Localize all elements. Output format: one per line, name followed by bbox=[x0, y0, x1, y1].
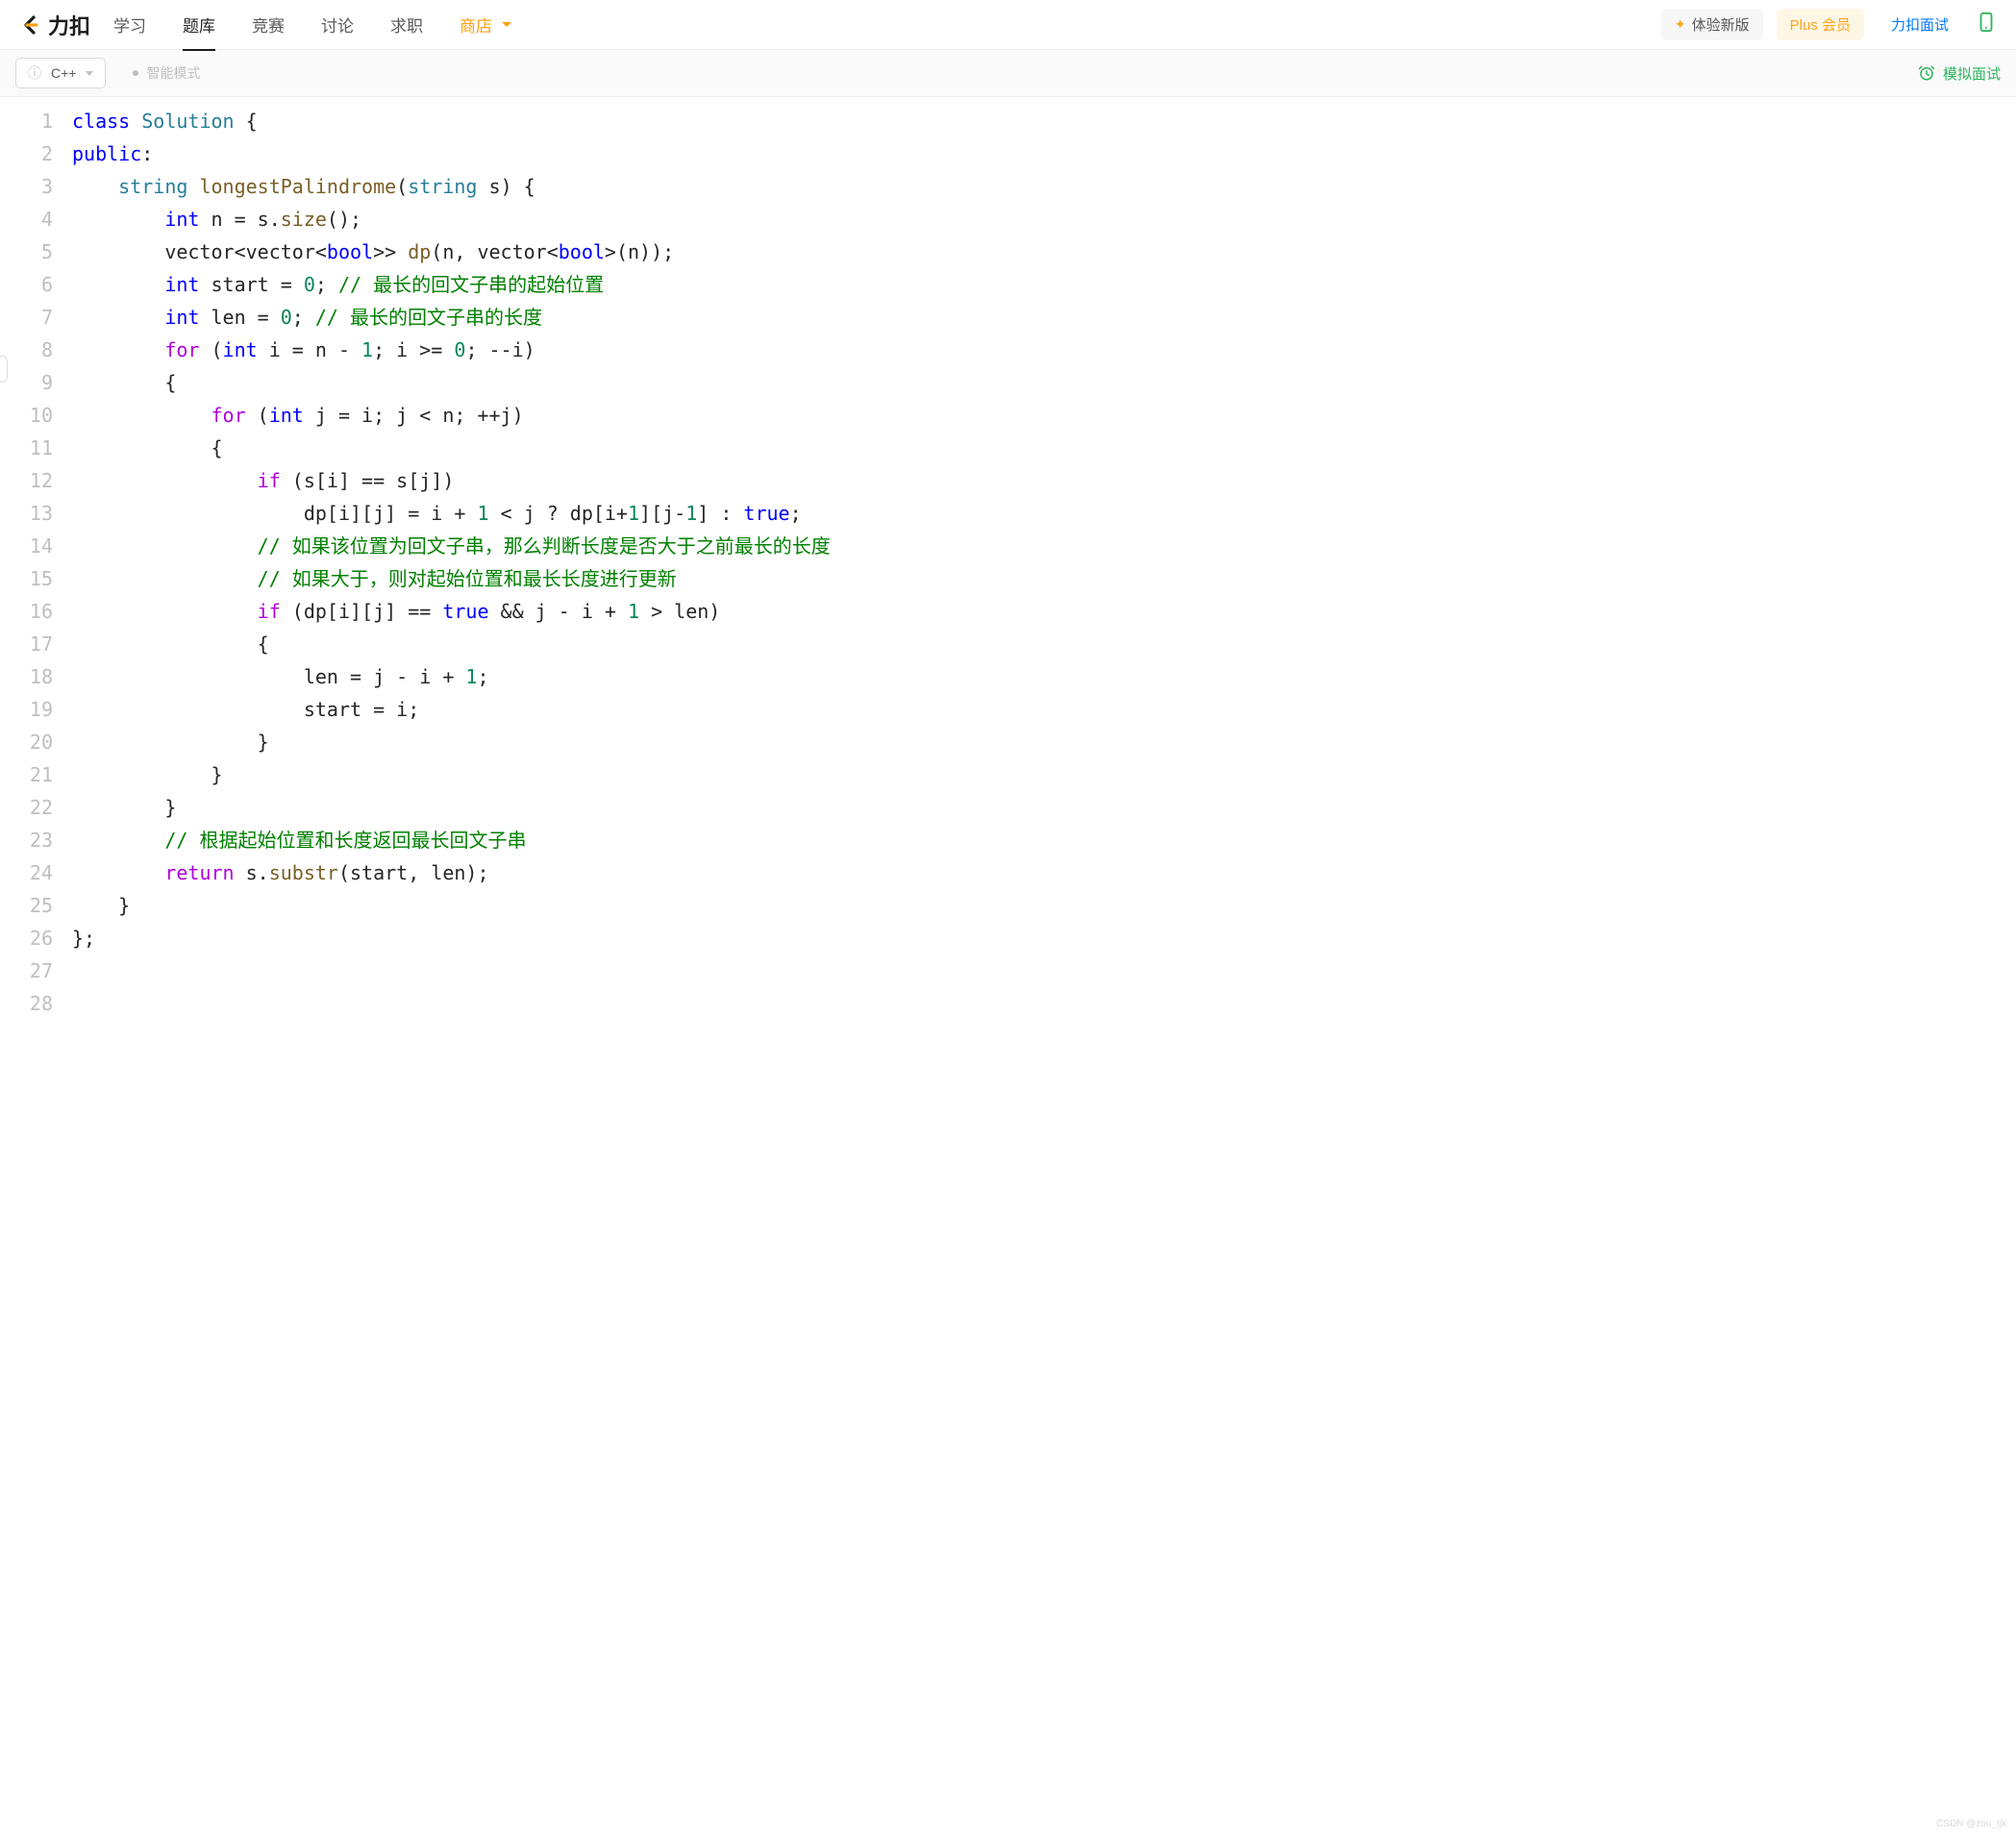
main-header: 力扣 学习 题库 竞赛 讨论 求职 商店 ✦ 体验新版 Plus 会员 力扣面试 bbox=[0, 0, 2016, 50]
code-line[interactable]: // 根据起始位置和长度返回最长回文子串 bbox=[72, 824, 2016, 856]
code-line[interactable]: if (dp[i][j] == true && j - i + 1 > len) bbox=[72, 595, 2016, 628]
line-number: 9 bbox=[0, 366, 53, 399]
code-line[interactable]: string longestPalindrome(string s) { bbox=[72, 170, 2016, 203]
code-line[interactable]: start = i; bbox=[72, 693, 2016, 726]
chevron-down-icon bbox=[502, 22, 511, 27]
line-number: 10 bbox=[0, 399, 53, 432]
line-number: 1 bbox=[0, 105, 53, 137]
nav-store-label: 商店 bbox=[460, 12, 492, 37]
code-line[interactable]: int len = 0; // 最长的回文子串的长度 bbox=[72, 301, 2016, 334]
nav-study[interactable]: 学习 bbox=[113, 0, 146, 50]
chevron-down-icon bbox=[86, 71, 93, 76]
code-line[interactable]: int start = 0; // 最长的回文子串的起始位置 bbox=[72, 268, 2016, 301]
editor-toolbar: ⓘ C++ 智能模式 模拟面试 bbox=[0, 50, 2016, 97]
language-label: C++ bbox=[51, 65, 76, 81]
new-version-label: 体验新版 bbox=[1692, 14, 1750, 35]
language-selector[interactable]: ⓘ C++ bbox=[15, 58, 106, 88]
smart-mode-indicator[interactable]: 智能模式 bbox=[133, 63, 200, 83]
line-number: 16 bbox=[0, 595, 53, 628]
code-line[interactable]: }; bbox=[72, 922, 2016, 955]
code-line[interactable]: vector<vector<bool>> dp(n, vector<bool>(… bbox=[72, 236, 2016, 268]
line-number: 13 bbox=[0, 497, 53, 530]
line-number: 3 bbox=[0, 170, 53, 203]
line-number: 12 bbox=[0, 464, 53, 497]
line-number: 5 bbox=[0, 236, 53, 268]
mock-label: 模拟面试 bbox=[1943, 63, 2001, 84]
code-content[interactable]: class Solution { public: string longestP… bbox=[72, 105, 2016, 1020]
code-line[interactable] bbox=[72, 987, 2016, 1020]
watermark: CSDN @zou_tjk bbox=[1936, 1819, 2006, 1829]
phone-icon[interactable] bbox=[1976, 12, 1997, 37]
line-number: 25 bbox=[0, 889, 53, 922]
line-number: 23 bbox=[0, 824, 53, 856]
line-number: 20 bbox=[0, 726, 53, 758]
code-editor[interactable]: 1234567891011121314151617181920212223242… bbox=[0, 97, 2016, 1020]
code-line[interactable] bbox=[72, 955, 2016, 987]
line-number: 17 bbox=[0, 628, 53, 660]
line-number: 2 bbox=[0, 137, 53, 170]
code-line[interactable]: if (s[i] == s[j]) bbox=[72, 464, 2016, 497]
mock-interview-button[interactable]: 模拟面试 bbox=[1918, 63, 2001, 84]
nav-contest[interactable]: 竞赛 bbox=[252, 0, 285, 50]
header-actions: ✦ 体验新版 Plus 会员 力扣面试 bbox=[1661, 9, 1997, 40]
line-number-gutter: 1234567891011121314151617181920212223242… bbox=[0, 105, 72, 1020]
line-number: 28 bbox=[0, 987, 53, 1020]
status-dot-icon bbox=[133, 70, 138, 76]
plus-button[interactable]: Plus 会员 bbox=[1777, 9, 1864, 40]
line-number: 8 bbox=[0, 334, 53, 366]
main-nav: 学习 题库 竞赛 讨论 求职 商店 bbox=[113, 0, 1661, 50]
code-line[interactable]: { bbox=[72, 628, 2016, 660]
line-number: 4 bbox=[0, 203, 53, 236]
code-line[interactable]: class Solution { bbox=[72, 105, 2016, 137]
code-line[interactable]: { bbox=[72, 432, 2016, 464]
line-number: 11 bbox=[0, 432, 53, 464]
line-number: 15 bbox=[0, 562, 53, 595]
logo[interactable]: 力扣 bbox=[19, 10, 90, 40]
code-line[interactable]: public: bbox=[72, 137, 2016, 170]
interview-button[interactable]: 力扣面试 bbox=[1878, 9, 1962, 40]
line-number: 24 bbox=[0, 856, 53, 889]
info-icon: ⓘ bbox=[28, 63, 41, 83]
mode-label: 智能模式 bbox=[146, 63, 200, 83]
line-number: 27 bbox=[0, 955, 53, 987]
new-version-button[interactable]: ✦ 体验新版 bbox=[1661, 9, 1763, 40]
line-number: 26 bbox=[0, 922, 53, 955]
code-line[interactable]: dp[i][j] = i + 1 < j ? dp[i+1][j-1] : tr… bbox=[72, 497, 2016, 530]
leetcode-logo-icon bbox=[19, 13, 42, 37]
line-number: 7 bbox=[0, 301, 53, 334]
code-line[interactable]: // 如果大于，则对起始位置和最长长度进行更新 bbox=[72, 562, 2016, 595]
code-line[interactable]: } bbox=[72, 758, 2016, 791]
alarm-clock-icon bbox=[1918, 64, 1935, 82]
nav-problems[interactable]: 题库 bbox=[183, 0, 215, 50]
code-line[interactable]: for (int i = n - 1; i >= 0; --i) bbox=[72, 334, 2016, 366]
toolbar-left: ⓘ C++ 智能模式 bbox=[15, 58, 200, 88]
panel-expand-handle[interactable] bbox=[0, 356, 8, 383]
nav-discuss[interactable]: 讨论 bbox=[321, 0, 354, 50]
code-line[interactable]: { bbox=[72, 366, 2016, 399]
logo-text: 力扣 bbox=[48, 10, 90, 40]
line-number: 19 bbox=[0, 693, 53, 726]
code-line[interactable]: return s.substr(start, len); bbox=[72, 856, 2016, 889]
line-number: 6 bbox=[0, 268, 53, 301]
code-line[interactable]: } bbox=[72, 889, 2016, 922]
nav-jobs[interactable]: 求职 bbox=[390, 0, 423, 50]
code-line[interactable]: } bbox=[72, 791, 2016, 824]
line-number: 18 bbox=[0, 660, 53, 693]
line-number: 14 bbox=[0, 530, 53, 562]
line-number: 22 bbox=[0, 791, 53, 824]
nav-store[interactable]: 商店 bbox=[460, 0, 511, 50]
code-line[interactable]: len = j - i + 1; bbox=[72, 660, 2016, 693]
line-number: 21 bbox=[0, 758, 53, 791]
code-line[interactable]: int n = s.size(); bbox=[72, 203, 2016, 236]
sparkle-icon: ✦ bbox=[1675, 16, 1686, 33]
code-line[interactable]: for (int j = i; j < n; ++j) bbox=[72, 399, 2016, 432]
code-line[interactable]: } bbox=[72, 726, 2016, 758]
code-line[interactable]: // 如果该位置为回文子串，那么判断长度是否大于之前最长的长度 bbox=[72, 530, 2016, 562]
